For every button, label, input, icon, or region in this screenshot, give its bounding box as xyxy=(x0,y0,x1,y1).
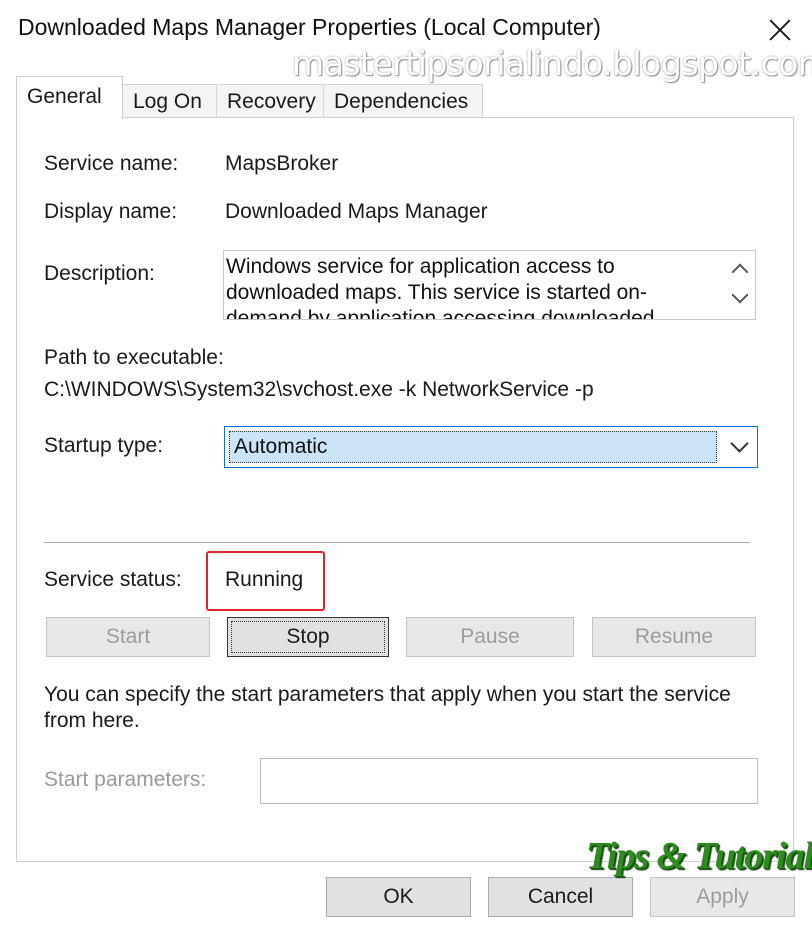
apply-button[interactable]: Apply xyxy=(650,877,795,917)
start-parameters-info: You can specify the start parameters tha… xyxy=(44,683,731,732)
stop-button[interactable]: Stop xyxy=(227,617,389,657)
description-text: Windows service for application access t… xyxy=(226,255,655,320)
startup-type-selection: Automatic xyxy=(229,431,717,463)
brand-logo: Tips & Tutorial xyxy=(586,835,812,877)
close-icon[interactable] xyxy=(760,10,800,50)
description-scrollbar[interactable] xyxy=(727,251,755,319)
path-label: Path to executable: xyxy=(44,346,224,369)
resume-button[interactable]: Resume xyxy=(592,617,756,657)
path-value: C:\WINDOWS\System32\svchost.exe -k Netwo… xyxy=(44,378,594,401)
tab-recovery[interactable]: Recovery xyxy=(216,84,324,118)
window-title: Downloaded Maps Manager Properties (Loca… xyxy=(18,14,601,40)
service-name-value: MapsBroker xyxy=(225,152,339,175)
service-status-value: Running xyxy=(225,568,304,591)
tab-dependencies[interactable]: Dependencies xyxy=(323,84,483,118)
focus-ring xyxy=(231,621,385,653)
scroll-up-icon[interactable] xyxy=(731,263,749,281)
startup-type-value: Automatic xyxy=(234,435,328,458)
cancel-button[interactable]: Cancel xyxy=(488,877,633,917)
pause-button[interactable]: Pause xyxy=(406,617,574,657)
startup-type-select[interactable]: Automatic xyxy=(224,426,758,468)
tab-log-on[interactable]: Log On xyxy=(122,84,217,118)
tab-general[interactable]: General xyxy=(16,76,123,119)
start-parameters-input[interactable] xyxy=(260,758,758,804)
ok-button[interactable]: OK xyxy=(326,877,471,917)
service-name-label: Service name: xyxy=(44,152,179,175)
startup-type-label: Startup type: xyxy=(44,434,164,457)
description-box[interactable]: Windows service for application access t… xyxy=(223,250,756,320)
watermark-text: mastertipsorialindo.blogspot.com xyxy=(292,44,812,83)
display-name-label: Display name: xyxy=(44,200,178,223)
scroll-down-icon[interactable] xyxy=(731,286,749,304)
general-panel xyxy=(16,117,794,862)
divider xyxy=(44,542,750,543)
properties-dialog: Downloaded Maps Manager Properties (Loca… xyxy=(0,0,812,936)
service-status-label: Service status: xyxy=(44,568,182,591)
start-parameters-label: Start parameters: xyxy=(44,768,207,791)
description-label: Description: xyxy=(44,262,155,285)
start-button[interactable]: Start xyxy=(46,617,210,657)
chevron-down-icon[interactable] xyxy=(730,434,749,453)
display-name-value: Downloaded Maps Manager xyxy=(225,200,488,223)
